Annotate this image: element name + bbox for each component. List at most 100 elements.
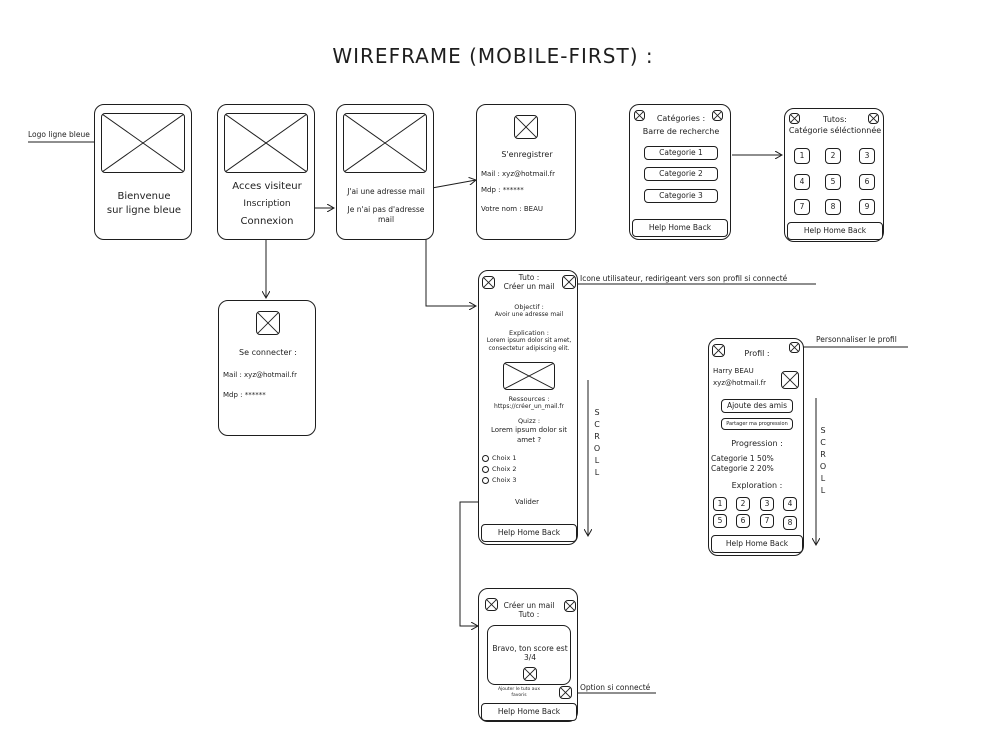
screen-tuto: Tuto : Créer un mail Objectif : Avoir un…: [478, 270, 578, 545]
image-icon: [514, 115, 538, 139]
scroll-indicator-letter: C: [594, 420, 600, 429]
tuto-image-placeholder: [503, 362, 555, 390]
score-text-line1: Bravo, ton score est: [492, 644, 568, 653]
explanation-text-line1: Lorem ipsum dolor sit amet,: [486, 337, 572, 344]
welcome-line1: Bienvenue: [117, 191, 171, 202]
exploration-number-button[interactable]: 1: [713, 497, 727, 511]
scroll-indicator-letter: L: [820, 474, 826, 483]
quiz-question-line2: amet ?: [516, 436, 542, 444]
nav-bar[interactable]: Help Home Back: [632, 219, 728, 237]
scroll-indicator-letter: L: [820, 486, 826, 495]
add-friends-button[interactable]: Ajoute des amis: [721, 399, 793, 413]
tuto-number-button[interactable]: 5: [825, 174, 841, 190]
scroll-indicator-letter: O: [593, 444, 601, 453]
screen-register: S'enregistrer Mail : xyz@hotmail.fr Mdp …: [476, 104, 576, 240]
avatar: [781, 371, 799, 389]
tuto-header: Tuto :: [518, 273, 540, 282]
nav-bar[interactable]: Help Home Back: [481, 703, 577, 721]
add-favorite-line2: favoris: [511, 693, 527, 698]
scroll-indicator-letter: S: [594, 408, 600, 417]
exploration-number-button[interactable]: 3: [760, 497, 774, 511]
image-placeholder: [343, 113, 427, 173]
profile-email: xyz@hotmail.fr: [713, 379, 766, 387]
category-2-button[interactable]: Categorie 2: [644, 167, 718, 181]
screen-email-choice: J'ai une adresse mail Je n'ai pas d'adre…: [336, 104, 434, 240]
nav-bar[interactable]: Help Home Back: [481, 524, 577, 542]
exploration-number-button[interactable]: 6: [736, 514, 750, 528]
scroll-indicator-letter: O: [819, 462, 827, 471]
login-password-field[interactable]: Mdp : ******: [223, 391, 266, 399]
tuto-number-button[interactable]: 3: [859, 148, 875, 164]
register-mail-field[interactable]: Mail : xyz@hotmail.fr: [481, 170, 555, 178]
welcome-line2: sur ligne bleue: [106, 205, 182, 216]
tuto-number-button[interactable]: 9: [859, 199, 875, 215]
result-header: Tuto :: [518, 610, 540, 619]
login-link[interactable]: Connexion: [218, 216, 316, 227]
login-mail-field[interactable]: Mail : xyz@hotmail.fr: [223, 371, 297, 379]
progression-label: Progression :: [731, 439, 783, 448]
exploration-label: Exploration :: [731, 481, 783, 490]
annotation-user-icon: Icone utilisateur, redirigeant vers son …: [580, 274, 788, 283]
annotation-logo: Logo ligne bleue: [28, 130, 90, 139]
explanation-label: Explication :: [509, 329, 549, 337]
nav-bar[interactable]: Help Home Back: [711, 535, 803, 553]
tuto-title: Créer un mail: [503, 282, 555, 291]
screen-profile: Profil : Harry BEAU xyz@hotmail.fr Ajout…: [708, 338, 804, 556]
objective-label: Objectif :: [514, 303, 544, 311]
has-email-option[interactable]: J'ai une adresse mail: [337, 187, 435, 196]
validate-button[interactable]: Valider: [515, 498, 539, 506]
tutos-header: Tutos:: [823, 115, 847, 124]
login-title: Se connecter :: [239, 348, 297, 357]
register-password-field[interactable]: Mdp : ******: [481, 186, 524, 194]
screen-welcome: Bienvenue sur ligne bleue: [94, 104, 192, 240]
favorite-toggle-icon[interactable]: [559, 686, 572, 699]
tuto-number-button[interactable]: 7: [794, 199, 810, 215]
result-title: Créer un mail: [503, 601, 555, 610]
quiz-label: Quizz :: [517, 417, 541, 425]
visitor-access-link[interactable]: Acces visiteur: [218, 181, 316, 192]
share-progress-button[interactable]: Partager ma progression: [721, 418, 793, 430]
tuto-number-button[interactable]: 8: [825, 199, 841, 215]
image-icon: [256, 311, 280, 335]
quiz-choice-1[interactable]: Choix 1: [482, 454, 517, 462]
register-link[interactable]: Inscription: [218, 199, 316, 209]
category-3-button[interactable]: Categorie 3: [644, 189, 718, 203]
exploration-number-button[interactable]: 2: [736, 497, 750, 511]
exploration-number-button[interactable]: 5: [713, 514, 727, 528]
quiz-choice-2[interactable]: Choix 2: [482, 465, 517, 473]
no-email-option[interactable]: Je n'ai pas d'adresse mail: [339, 205, 433, 225]
add-favorite-line1: Ajouter le tuto aux: [497, 687, 541, 692]
progress-row: Categorie 2 20%: [711, 464, 774, 473]
nav-bar[interactable]: Help Home Back: [787, 222, 883, 240]
tuto-number-button[interactable]: 6: [859, 174, 875, 190]
result-image-icon: [523, 667, 537, 681]
screen-visitor-access: Acces visiteur Inscription Connexion: [217, 104, 315, 240]
logo-image-placeholder: [101, 113, 185, 173]
exploration-number-button[interactable]: 7: [760, 514, 774, 528]
register-name-field[interactable]: Votre nom : BEAU: [481, 205, 543, 213]
screen-tutos: Tutos: Catégorie séléctionnée 1 2 3 4 5 …: [784, 108, 884, 242]
quiz-choice-3[interactable]: Choix 3: [482, 476, 517, 484]
radio-icon: [482, 465, 489, 473]
exploration-number-button[interactable]: 8: [783, 516, 797, 530]
page-title: WIREFRAME (MOBILE-FIRST) :: [332, 44, 654, 68]
resources-link[interactable]: https://créer_un_mail.fr: [479, 403, 579, 410]
resources-label: Ressources :: [508, 395, 550, 403]
scroll-indicator-letter: R: [820, 450, 826, 459]
search-bar[interactable]: Barre de recherche: [630, 127, 732, 136]
category-1-button[interactable]: Categorie 1: [644, 146, 718, 160]
annotation-option: Option si connecté: [580, 683, 651, 692]
objective-text: Avoir une adresse mail: [494, 311, 564, 318]
annotation-personalize: Personnaliser le profil: [816, 335, 897, 344]
tuto-number-button[interactable]: 4: [794, 174, 810, 190]
score-text-line2: 3/4: [523, 653, 537, 662]
scroll-indicator-letter: R: [594, 432, 600, 441]
explanation-text-line2: consectetur adipiscing elit.: [488, 345, 570, 352]
tuto-number-button[interactable]: 1: [794, 148, 810, 164]
scroll-indicator-letter: L: [594, 456, 600, 465]
exploration-number-button[interactable]: 4: [783, 497, 797, 511]
scroll-indicator-letter: C: [820, 438, 826, 447]
tuto-number-button[interactable]: 2: [825, 148, 841, 164]
profile-name: Harry BEAU: [713, 367, 754, 375]
screen-login: Se connecter : Mail : xyz@hotmail.fr Mdp…: [218, 300, 316, 436]
